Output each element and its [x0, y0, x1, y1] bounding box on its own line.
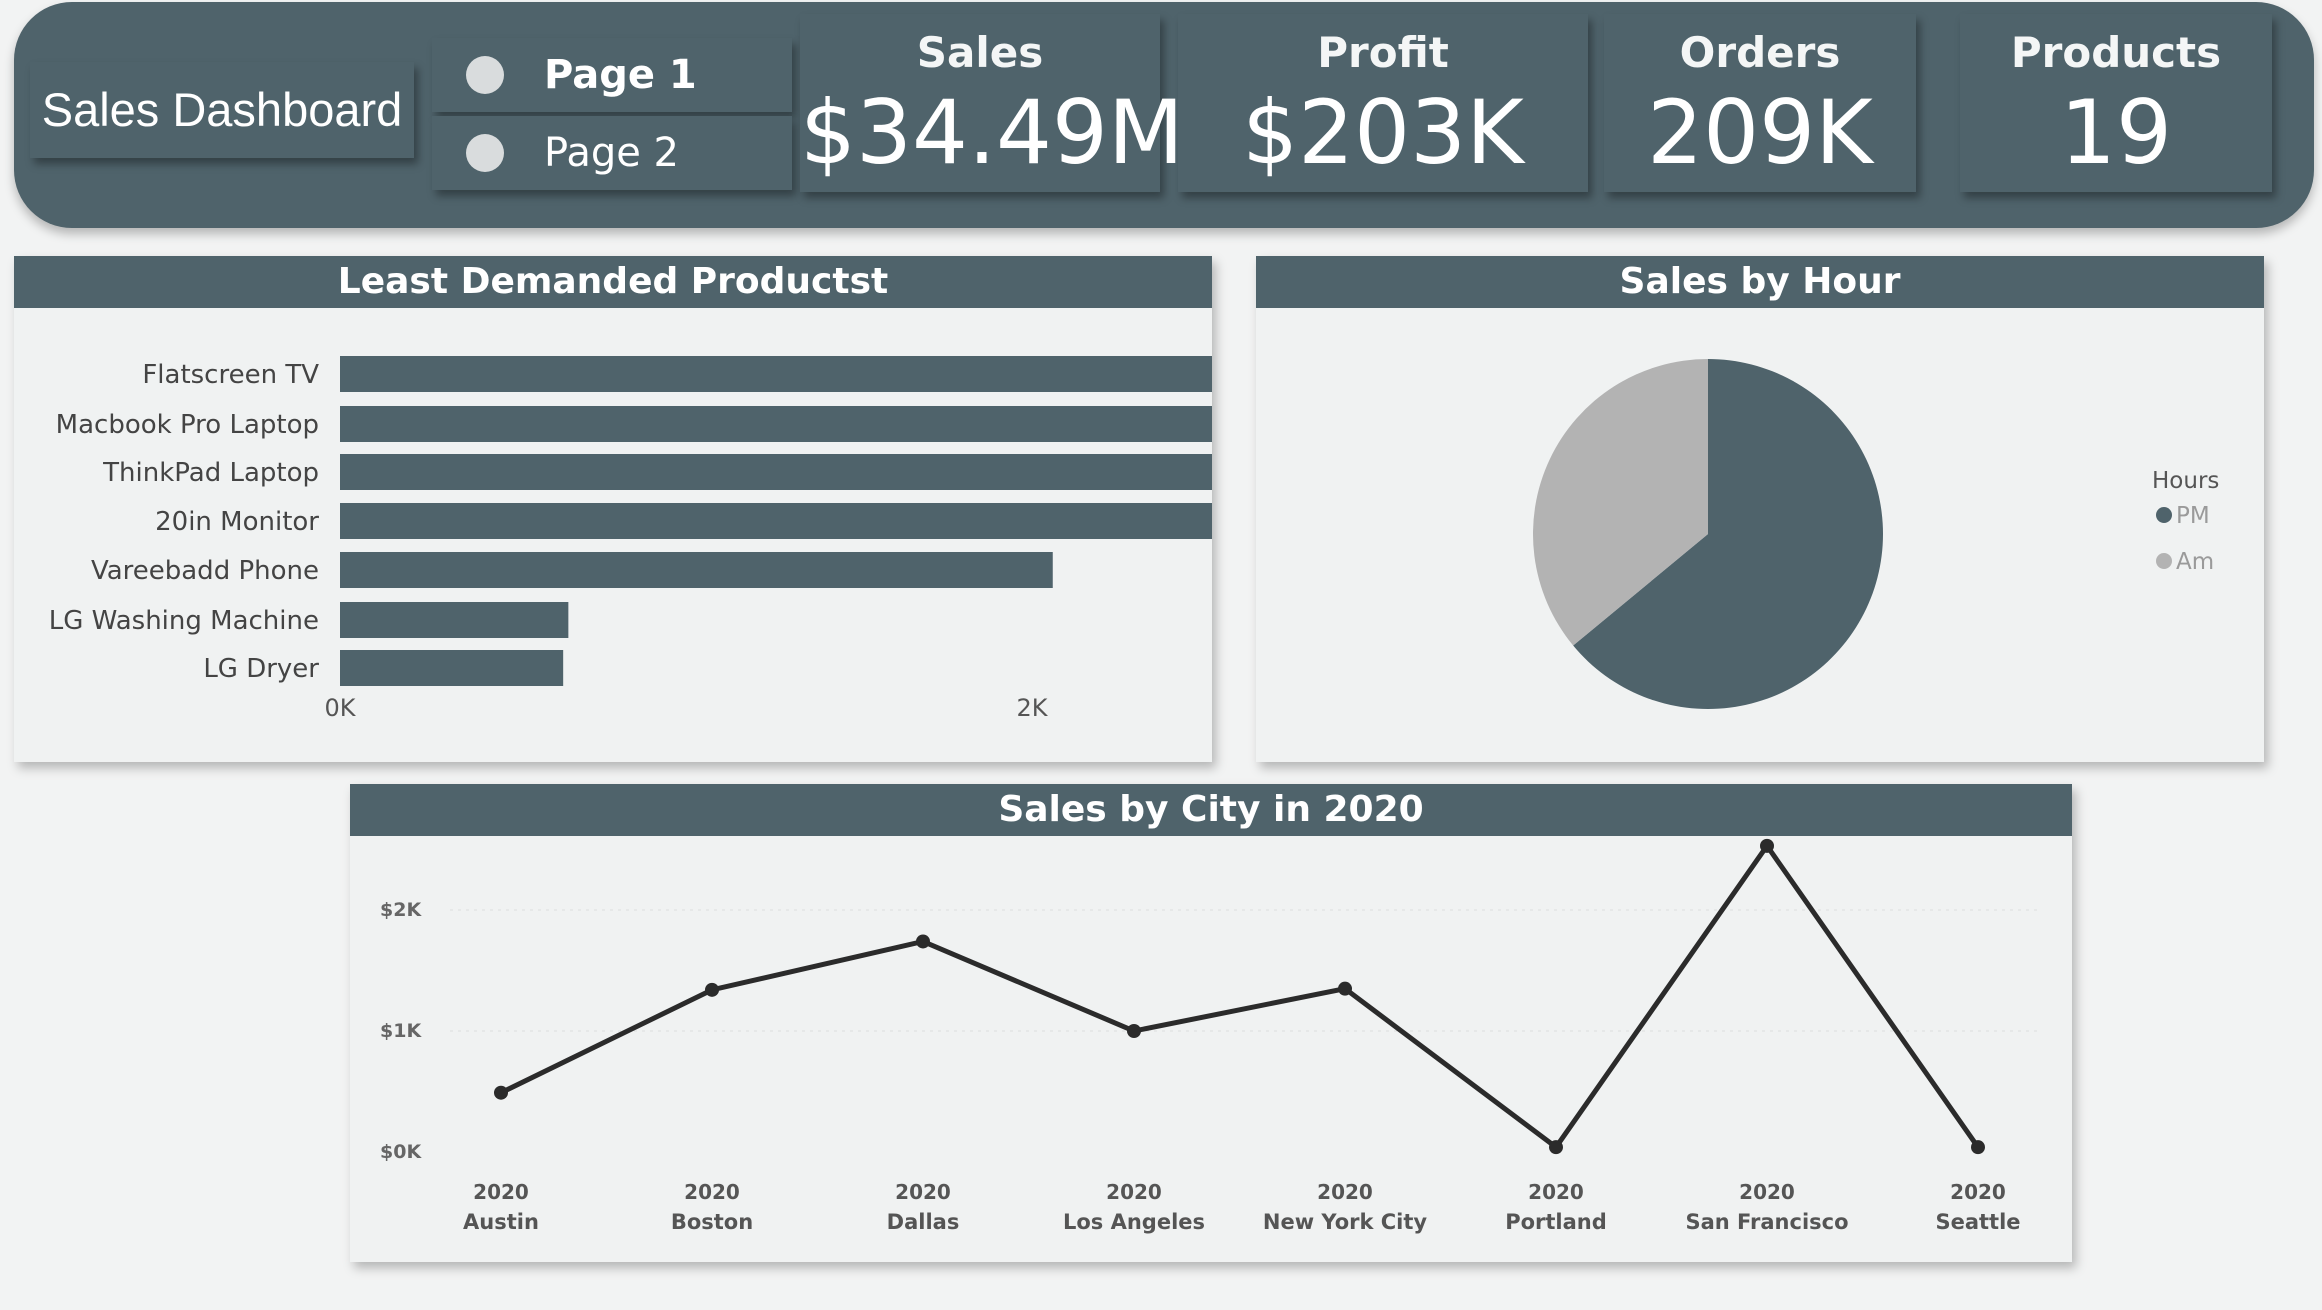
x-axis-city: Portland: [1505, 1210, 1607, 1234]
dashboard-title: Sales Dashboard: [30, 62, 414, 158]
kpi-orders-card: Orders 209K: [1604, 14, 1916, 192]
y-tick-label: $0K: [380, 1141, 422, 1163]
bar-label: LG Washing Machine: [49, 606, 319, 636]
sales-by-city-line-chart: $0K $1K $2K 2020 Austin 2020 Boston 2020 Dallas 2…: [380, 838, 2040, 1234]
kpi-orders-title: Orders: [1679, 28, 1841, 77]
legend-label: PM: [2176, 503, 2210, 529]
bar: [340, 406, 1212, 442]
kpi-orders-value: 209K: [1647, 81, 1873, 184]
kpi-profit-title: Profit: [1317, 28, 1449, 77]
x-axis-year: 2020: [1317, 1180, 1373, 1204]
x-axis-city: New York City: [1263, 1210, 1428, 1234]
x-tick-label: 2K: [1016, 694, 1048, 722]
bar-label: 20in Monitor: [155, 507, 319, 537]
legend-dot-icon: [2156, 507, 2172, 523]
kpi-products-title: Products: [2010, 28, 2222, 77]
least-demanded-bar-chart: Flatscreen TV Macbook Pro Laptop ThinkPad …: [49, 356, 1212, 722]
sales-by-hour-pie-chart: Hours PM Am: [1533, 359, 2219, 709]
y-tick-label: $1K: [380, 1020, 422, 1042]
sales-by-hour-title: Sales by Hour: [1256, 256, 2264, 308]
data-point: [494, 1085, 508, 1100]
data-point: [1971, 1140, 1985, 1155]
bar-label: LG Dryer: [203, 654, 319, 684]
bar: [340, 552, 1053, 588]
legend-dot-icon: [2156, 553, 2172, 569]
sales-by-hour-panel: Sales by Hour Hours PM Am: [1256, 256, 2264, 762]
x-axis-year: 2020: [1106, 1180, 1162, 1204]
x-axis-city: Seattle: [1935, 1210, 2020, 1234]
x-axis-year: 2020: [684, 1180, 740, 1204]
sales-by-city-panel: Sales by City in 2020 $0K $1K $2K 2020 Austi…: [350, 784, 2072, 1262]
x-axis-year: 2020: [1528, 1180, 1584, 1204]
least-demanded-panel: Least Demanded Productst Flatscreen TV Ma…: [14, 256, 1212, 762]
x-axis-city: Los Angeles: [1063, 1210, 1205, 1234]
data-point: [1760, 838, 1774, 853]
data-point: [1549, 1140, 1563, 1155]
bar-label: Macbook Pro Laptop: [56, 410, 319, 440]
legend-title: Hours: [2152, 468, 2219, 494]
data-point: [1338, 981, 1352, 996]
data-point: [916, 934, 930, 949]
x-axis-year: 2020: [1739, 1180, 1795, 1204]
bar-label: ThinkPad Laptop: [102, 458, 319, 488]
x-axis-year: 2020: [1950, 1180, 2006, 1204]
data-point: [705, 982, 719, 997]
radio-dot-icon: [466, 56, 504, 94]
kpi-profit-card: Profit $203K: [1178, 14, 1588, 192]
x-axis-city: San Francisco: [1685, 1210, 1848, 1234]
bar-label: Flatscreen TV: [142, 360, 319, 390]
kpi-products-value: 19: [2060, 81, 2172, 184]
page-1-label: Page 1: [544, 52, 697, 98]
kpi-profit-value: $203K: [1242, 81, 1524, 184]
radio-dot-icon: [466, 134, 504, 172]
bar: [340, 356, 1212, 392]
y-tick-label: $2K: [380, 899, 422, 921]
kpi-sales-title: Sales: [916, 28, 1044, 77]
least-demanded-title: Least Demanded Productst: [14, 256, 1212, 308]
data-point: [1127, 1024, 1141, 1038]
x-axis-city: Boston: [671, 1210, 753, 1234]
sales-line: [499, 841, 1981, 1151]
kpi-sales-card: Sales $34.49M: [800, 14, 1184, 192]
kpi-sales-value: $34.49M: [800, 81, 1184, 184]
x-axis-year: 2020: [895, 1180, 951, 1204]
page-2-label: Page 2: [544, 130, 679, 176]
page-2-button[interactable]: Page 2: [432, 116, 792, 190]
bar: [340, 650, 564, 686]
x-axis-city: Dallas: [887, 1210, 960, 1234]
x-tick-label: 0K: [324, 694, 356, 722]
bar: [340, 602, 569, 638]
page-1-button[interactable]: Page 1: [432, 38, 792, 112]
bar: [340, 503, 1212, 539]
bar-label: Vareebadd Phone: [91, 556, 319, 586]
bar: [340, 454, 1212, 490]
x-axis-city: Austin: [463, 1210, 539, 1234]
sales-by-city-title: Sales by City in 2020: [350, 784, 2072, 836]
kpi-products-card: Products 19: [1960, 14, 2272, 192]
x-axis-year: 2020: [473, 1180, 529, 1204]
legend-label: Am: [2176, 549, 2214, 575]
